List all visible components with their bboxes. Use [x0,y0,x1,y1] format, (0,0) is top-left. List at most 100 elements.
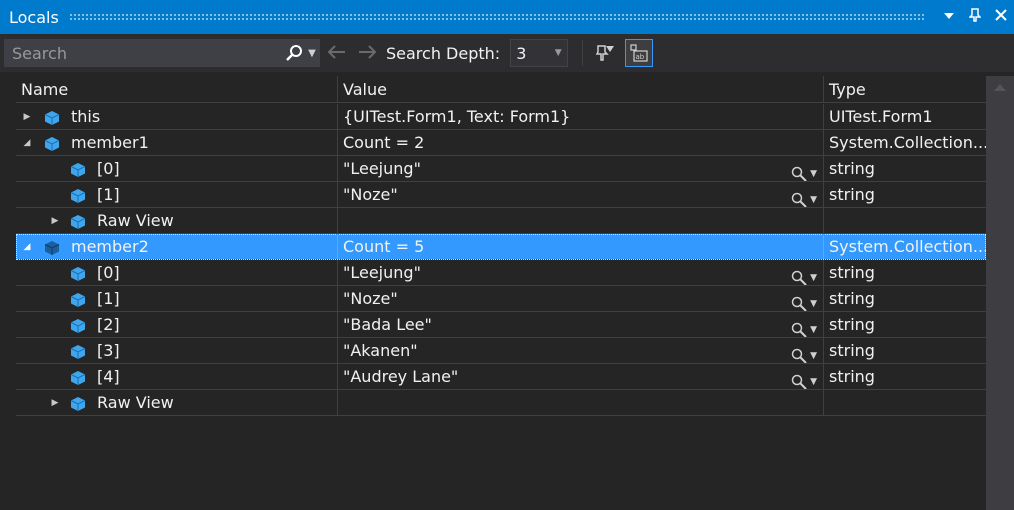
collapse-arrow-icon[interactable]: ◢ [20,130,34,155]
window-menu-chevron-icon[interactable] [936,9,962,25]
value-text: "Audrey Lane" [343,367,459,386]
type-cell [824,390,986,415]
table-row[interactable]: [3] "Akanen" ▼ string [16,338,986,364]
pin-icon[interactable] [962,8,988,26]
value-cell[interactable] [338,390,824,415]
hex-display-toggle-button[interactable]: ab [625,39,654,67]
variable-name: member1 [71,133,149,152]
table-row[interactable]: ◢ member1 Count = 2 System.Collection... [16,130,986,156]
text-visualizer-button[interactable]: ▼ [791,343,817,363]
search-next-arrow-icon[interactable] [352,41,384,65]
visualizer-dropdown-icon[interactable]: ▼ [810,161,817,181]
magnifier-icon [791,296,807,311]
table-row[interactable]: [4] "Audrey Lane" ▼ string [16,364,986,390]
table-row[interactable]: ▶ Raw View [16,390,986,416]
visualizer-dropdown-icon[interactable]: ▼ [810,369,817,389]
tool-window-title-bar: Locals [0,0,1014,34]
visualizer-dropdown-icon[interactable]: ▼ [810,343,817,363]
value-cell[interactable] [338,208,824,233]
locals-rows: ▶ this {UITest.Form1, Text: Form1} UITes… [16,104,986,416]
field-cube-icon [70,293,86,307]
magnifier-icon [791,192,807,207]
raw-view-cube-icon [70,397,86,411]
name-cell: ◢ member1 [16,130,338,155]
text-visualizer-button[interactable]: ▼ [791,369,817,389]
scroll-up-arrow-icon[interactable] [994,84,1006,91]
search-input[interactable] [5,42,283,64]
search-depth-select[interactable]: 3 ▼ [510,39,569,67]
visualizer-dropdown-icon[interactable]: ▼ [810,317,817,337]
value-cell[interactable]: "Akanen" ▼ [338,338,824,363]
locals-toolbar: ▼ Search Depth: 3 ▼ ab [0,34,1014,72]
text-visualizer-button[interactable]: ▼ [791,317,817,337]
visualizer-dropdown-icon[interactable]: ▼ [810,291,817,311]
value-cell[interactable]: "Audrey Lane" ▼ [338,364,824,389]
value-cell[interactable]: Count = 5 [338,234,824,259]
value-cell[interactable]: "Noze" ▼ [338,182,824,207]
variable-name: [3] [97,341,120,360]
value-cell[interactable]: "Bada Lee" ▼ [338,312,824,337]
variable-name: Raw View [97,211,174,230]
name-cell: [1] [16,182,338,207]
field-cube-icon [70,267,86,281]
value-text: "Noze" [343,185,398,204]
name-cell: [4] [16,364,338,389]
expand-arrow-icon[interactable]: ▶ [48,390,62,415]
vertical-scrollbar[interactable] [986,76,1014,510]
magnifier-icon [791,166,807,181]
value-cell[interactable]: "Leejung" ▼ [338,260,824,285]
expand-arrow-icon[interactable]: ▶ [20,104,34,129]
text-visualizer-button[interactable]: ▼ [791,265,817,285]
search-options-dropdown-icon[interactable]: ▼ [305,48,319,59]
variable-name: [0] [97,159,120,178]
table-row[interactable]: [0] "Leejung" ▼ string [16,260,986,286]
type-cell: string [829,263,875,282]
variable-name: [0] [97,263,120,282]
table-row[interactable]: [2] "Bada Lee" ▼ string [16,312,986,338]
text-visualizer-button[interactable]: ▼ [791,187,817,207]
expand-arrow-icon[interactable]: ▶ [48,208,62,233]
search-previous-arrow-icon[interactable] [320,41,352,65]
value-text: "Noze" [343,289,398,308]
search-box[interactable]: ▼ [4,39,320,67]
chevron-down-icon: ▼ [554,48,562,58]
value-cell[interactable]: "Leejung" ▼ [338,156,824,181]
type-cell [824,208,986,233]
name-cell: [1] [16,286,338,311]
variable-name: member2 [71,237,149,256]
value-cell[interactable]: {UITest.Form1, Text: Form1} [338,104,824,129]
value-cell[interactable]: "Noze" ▼ [338,286,824,311]
table-row[interactable]: ▶ Raw View [16,208,986,234]
value-text: "Akanen" [343,341,418,360]
column-header-row: Name Value Type [16,76,986,103]
name-cell: ◢ member2 [16,234,338,259]
variable-name: [1] [97,185,120,204]
name-cell: ▶ Raw View [16,390,338,415]
table-row[interactable]: [0] "Leejung" ▼ string [16,156,986,182]
visualizer-dropdown-icon[interactable]: ▼ [810,265,817,285]
value-cell[interactable]: Count = 2 [338,130,824,155]
name-cell: [3] [16,338,338,363]
table-row[interactable]: [1] "Noze" ▼ string [16,286,986,312]
collapse-arrow-icon[interactable]: ◢ [20,234,34,259]
visualizer-dropdown-icon[interactable]: ▼ [810,187,817,207]
value-text: "Leejung" [343,159,421,178]
search-icon[interactable] [283,44,305,62]
locals-grid: Name Value Type ▶ this {UITest.Form1, Te… [0,76,1014,510]
column-header-value[interactable]: Value [338,76,824,102]
text-visualizer-button[interactable]: ▼ [791,161,817,181]
table-row[interactable]: ▶ this {UITest.Form1, Text: Form1} UITes… [16,104,986,130]
drag-grip[interactable] [68,13,924,21]
type-cell: UITest.Form1 [829,107,933,126]
close-icon[interactable] [988,9,1014,25]
pin-to-source-filter-button[interactable] [591,39,619,67]
type-cell: string [829,289,875,308]
text-visualizer-button[interactable]: ▼ [791,291,817,311]
field-cube-icon [70,163,86,177]
toolbar-separator [582,40,584,66]
object-cube-icon [44,241,60,255]
table-row-selected[interactable]: ◢ member2 Count = 5 System.Collection... [16,234,986,260]
column-header-type[interactable]: Type [824,76,986,102]
table-row[interactable]: [1] "Noze" ▼ string [16,182,986,208]
column-header-name[interactable]: Name [16,76,338,102]
